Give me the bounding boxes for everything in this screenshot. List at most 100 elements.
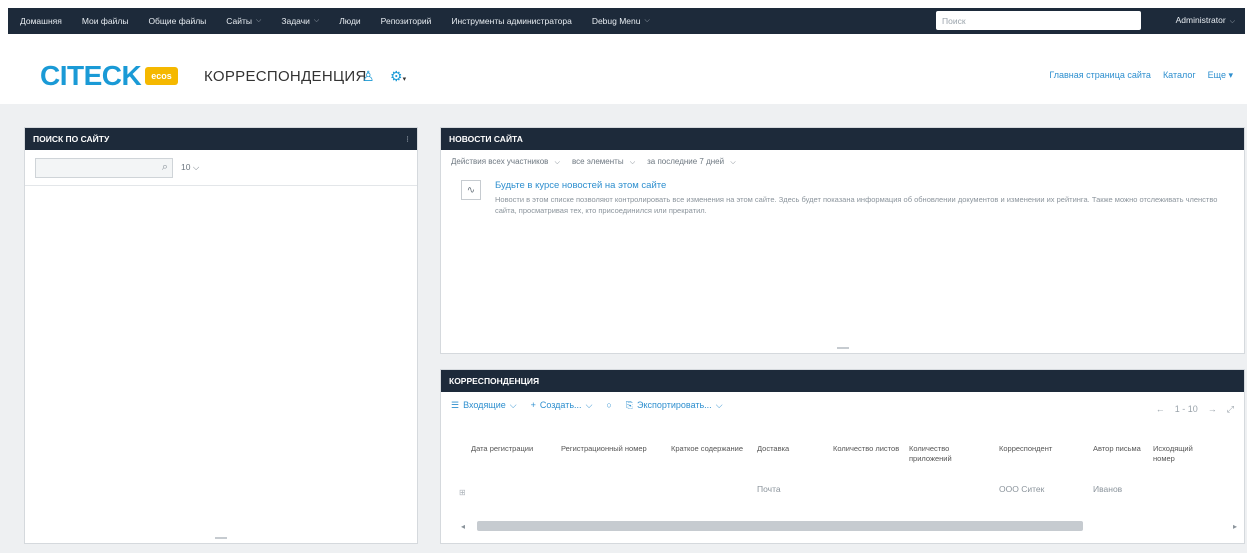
- filter-actors[interactable]: Действия всех участников ⌵: [451, 157, 560, 167]
- export-label: Экспортировать...: [637, 400, 712, 410]
- filter-elements-label: все элементы: [571, 157, 624, 166]
- table-cell: Почта: [757, 484, 781, 494]
- journal-select-label: Входящие: [463, 400, 506, 410]
- column-header[interactable]: Регистрационный номер: [561, 444, 671, 478]
- table-cell: [833, 478, 909, 500]
- column-header[interactable]: Количество листов: [833, 444, 909, 478]
- nav-admin-tools-label: Инструменты администратора: [451, 16, 572, 26]
- prev-page-icon[interactable]: ←: [1156, 404, 1165, 415]
- nav-home[interactable]: Домашняя: [20, 16, 62, 26]
- logo[interactable]: CITECK ecos: [40, 60, 178, 92]
- top-bar: Домашняя Мои файлы Общие файлы Сайты ⌵ За…: [0, 0, 1247, 42]
- resize-handle[interactable]: [215, 537, 227, 539]
- column-header[interactable]: Корреспондент: [999, 444, 1093, 478]
- nav-sites[interactable]: Сайты ⌵: [226, 16, 261, 26]
- fullscreen-icon[interactable]: ⤢: [1227, 404, 1234, 415]
- column-header[interactable]: Автор письма: [1093, 444, 1153, 478]
- results-count: 10: [181, 162, 191, 172]
- nav-my-files[interactable]: Мои файлы: [82, 16, 129, 26]
- journal-toolbar: ☰ Входящие ⌵ + Создать... ⌵ ○ ⎘ Экспортироват…: [441, 392, 1244, 418]
- chevron-down-icon: ⌵: [256, 17, 262, 24]
- news-panel: Новости сайта Действия всех участников ⌵…: [440, 127, 1245, 354]
- nav-admin-tools[interactable]: Инструменты администратора: [451, 16, 571, 26]
- news-item-desc: Новости в этом списке позволяют контроли…: [495, 195, 1218, 215]
- logo-text: CITECK: [40, 60, 142, 91]
- table-row[interactable]: Почта ООО Ситек Иванов: [471, 478, 1203, 500]
- nav-home-label: Домашняя: [20, 16, 62, 26]
- logo-badge: ecos: [145, 67, 178, 85]
- refresh-button[interactable]: ○: [606, 400, 611, 410]
- nav-shared-files[interactable]: Общие файлы: [148, 16, 206, 26]
- export-icon: ⎘: [625, 399, 634, 410]
- user-icon[interactable]: ♙: [362, 68, 375, 85]
- search-icon: ⌕: [161, 161, 168, 173]
- site-search-panel: Поиск по сайту ⁝ ⌕ 10 ⌵: [24, 127, 418, 544]
- nav-repository-label: Репозиторий: [380, 16, 432, 26]
- scroll-right-icon[interactable]: ▸: [1233, 522, 1237, 531]
- chevron-down-icon: ⌵: [509, 399, 517, 410]
- table-cell: [561, 478, 671, 500]
- column-header[interactable]: Исходящий номер: [1153, 444, 1203, 478]
- column-header[interactable]: Краткое содержание: [671, 444, 757, 478]
- nav-tasks[interactable]: Задачи ⌵: [281, 16, 319, 26]
- results-count-select[interactable]: 10 ⌵: [181, 162, 199, 173]
- news-item-title[interactable]: Будьте в курсе новостей на этом сайте: [495, 180, 1235, 191]
- user-menu[interactable]: Administrator ⌵: [1176, 15, 1235, 26]
- chevron-down-icon: ⌵: [730, 159, 736, 166]
- nav-debug-menu[interactable]: Debug Menu ⌵: [592, 16, 650, 26]
- link-more-label: Еще: [1207, 70, 1226, 80]
- panel-menu-icon[interactable]: ⁝: [406, 128, 409, 150]
- main-nav: Домашняя Мои файлы Общие файлы Сайты ⌵ За…: [8, 8, 1245, 34]
- filter-actors-label: Действия всех участников: [451, 157, 549, 166]
- table-cell: Иванов: [1093, 484, 1123, 494]
- table-header-row: Дата регистрации Регистрационный номер К…: [471, 444, 1203, 478]
- global-search: [936, 11, 1141, 30]
- link-site-home[interactable]: Главная страница сайта: [1049, 70, 1151, 81]
- create-button[interactable]: + Создать... ⌵: [531, 400, 593, 411]
- gear-icon[interactable]: ⚙▾: [390, 68, 406, 85]
- site-search-input[interactable]: ⌕: [35, 157, 173, 178]
- column-header[interactable]: Доставка: [757, 444, 833, 478]
- link-more[interactable]: Еще ▾: [1208, 70, 1233, 81]
- nav-people[interactable]: Люди: [339, 16, 360, 26]
- nav-shared-files-label: Общие файлы: [148, 16, 207, 26]
- chevron-down-icon: ⌵: [1229, 18, 1235, 25]
- activity-icon: ∿: [461, 180, 481, 200]
- chevron-down-icon: ⌵: [644, 17, 650, 24]
- global-search-input[interactable]: [942, 15, 1122, 26]
- chevron-down-icon: ⌵: [554, 159, 560, 166]
- row-select-icon[interactable]: ⊞: [459, 488, 466, 497]
- refresh-icon: ○: [606, 400, 612, 410]
- filter-elements[interactable]: все элементы ⌵: [572, 157, 635, 167]
- correspondence-table: Дата регистрации Регистрационный номер К…: [471, 444, 1203, 500]
- nav-sites-label: Сайты: [226, 16, 253, 26]
- chevron-down-icon: ⌵: [313, 17, 320, 24]
- panel-header: Поиск по сайту ⁝: [25, 128, 417, 150]
- nav-repository[interactable]: Репозиторий: [381, 16, 432, 26]
- nav-tasks-label: Задачи: [281, 16, 310, 26]
- resize-handle[interactable]: [836, 347, 849, 349]
- pager: ← 1 - 10 → ⤢: [1156, 404, 1234, 415]
- panel-header: Новости сайта: [441, 128, 1244, 150]
- create-label: Создать...: [539, 400, 582, 410]
- filter-period-label: за последние 7 дней: [647, 157, 725, 166]
- column-header[interactable]: Дата регистрации: [471, 444, 561, 478]
- chevron-down-icon: ⌵: [585, 399, 593, 410]
- export-button[interactable]: ⎘ Экспортировать... ⌵: [626, 400, 723, 411]
- horizontal-scrollbar[interactable]: ◂ ▸: [461, 518, 1237, 534]
- journal-select[interactable]: ☰ Входящие ⌵: [451, 400, 517, 411]
- chevron-down-icon: ⌵: [629, 159, 636, 166]
- scroll-left-icon[interactable]: ◂: [461, 522, 465, 531]
- filter-period[interactable]: за последние 7 дней ⌵: [647, 157, 736, 167]
- next-page-icon[interactable]: →: [1208, 404, 1217, 415]
- site-title: КОРРЕСПОНДЕНЦИЯ: [204, 68, 367, 85]
- pager-range: 1 - 10: [1174, 404, 1198, 414]
- news-item: ∿ Будьте в курсе новостей на этом сайте …: [441, 174, 1244, 222]
- nav-debug-menu-label: Debug Menu: [591, 16, 641, 26]
- link-catalog[interactable]: Каталог: [1163, 70, 1196, 81]
- table-cell: ООО Ситек: [999, 484, 1045, 494]
- scrollbar-thumb[interactable]: [477, 521, 1084, 531]
- nav-my-files-label: Мои файлы: [81, 16, 129, 26]
- correspondence-panel: Корреспонденция ☰ Входящие ⌵ + Создать... ⌵ …: [440, 369, 1245, 544]
- column-header[interactable]: Количество приложений: [909, 444, 999, 478]
